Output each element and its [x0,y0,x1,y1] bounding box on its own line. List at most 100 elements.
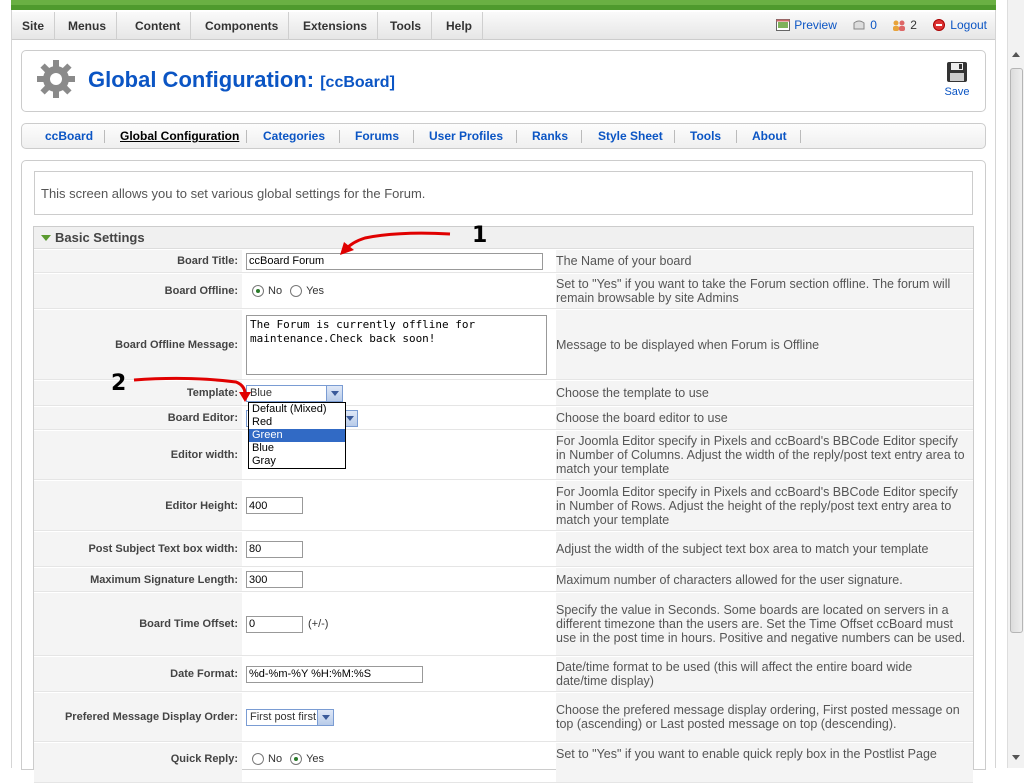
editor-height-label: Editor Height: [34,481,242,530]
preview-icon [776,19,791,31]
submenu-separator [674,130,675,143]
menu-site[interactable]: Site [12,12,56,40]
offline-message-textarea[interactable]: The Forum is currently offline for maint… [246,314,547,375]
quick-reply-help: Set to "Yes" if you want to enable quick… [556,747,937,761]
template-option-blue[interactable]: Blue [249,442,345,455]
tab-tools[interactable]: Tools [690,124,721,148]
chevron-down-icon[interactable] [317,709,333,725]
quick-reply-no-radio[interactable] [252,753,264,765]
editor-width-help: For Joomla Editor specify in Pixels and … [556,434,965,476]
signature-length-help: Maximum number of characters allowed for… [556,572,903,587]
time-offset-label: Board Time Offset: [34,593,242,655]
board-offline-label: Board Offline: [34,274,242,308]
basic-settings-header[interactable]: Basic Settings [34,227,973,249]
annotation-number-1: 1 [472,223,487,248]
menu-content[interactable]: Content [125,12,192,40]
save-button[interactable]: Save [939,61,975,98]
date-format-input[interactable] [246,665,423,683]
submenu-separator [581,130,582,143]
template-dropdown-list: Default (Mixed) Red Green Blue Gray [248,402,346,469]
subject-width-input[interactable] [246,540,303,558]
annotation-arrow-1: 1 [340,223,487,255]
template-select[interactable]: Blue [246,384,343,402]
row-date-format: Date Format: Date/time format to be used… [34,657,973,692]
submenu-separator [413,130,414,143]
submenu-separator [339,130,340,143]
header-box: Global Configuration: [ccBoard] Save [21,50,986,112]
row-quick-reply: Quick Reply: No Yes Set to "Yes" if you … [34,743,973,783]
board-offline-yes-label: Yes [306,285,325,297]
collapse-triangle-icon [41,235,51,241]
row-board-editor: Board Editor: Choose the board editor to… [34,407,973,430]
logout-label: Logout [950,18,987,32]
menu-components[interactable]: Components [195,12,290,40]
menu-tools[interactable]: Tools [380,12,433,40]
scroll-down-icon[interactable] [1012,755,1020,760]
messages-count: 0 [870,18,877,32]
logout-icon [933,19,946,31]
subject-width-label: Post Subject Text box width: [34,532,242,566]
annotation-arrow-2: 2 [111,371,251,402]
menu-menus[interactable]: Menus [58,12,118,40]
template-option-default[interactable]: Default (Mixed) [249,403,345,416]
page-title-text: Global Configuration: [88,67,315,92]
users-online[interactable]: 2 [892,12,917,38]
signature-length-input[interactable] [246,571,303,588]
messages-link[interactable]: 0 [852,12,877,38]
top-menu-bar: Site Menus Content Components Extensions… [12,12,995,40]
preview-link[interactable]: Preview [776,12,837,38]
board-offline-no-label: No [268,285,283,297]
tab-ccboard[interactable]: ccBoard [45,124,93,148]
editor-width-label: Editor width: [34,431,242,479]
template-option-green[interactable]: Green [249,429,345,442]
quick-reply-no-label: No [268,753,283,765]
quick-reply-yes-radio[interactable] [290,753,303,765]
tab-global-configuration[interactable]: Global Configuration [120,124,239,148]
template-option-red[interactable]: Red [249,416,345,429]
scroll-up-icon[interactable] [1012,52,1020,57]
submenu-separator [104,130,105,143]
row-time-offset: Board Time Offset: (+/-) Specify the val… [34,593,973,656]
tab-ranks[interactable]: Ranks [532,124,568,148]
time-offset-suffix: (+/-) [308,618,329,630]
vertical-scrollbar[interactable] [1007,0,1024,768]
subject-width-help: Adjust the width of the subject text box… [556,542,929,556]
board-offline-yes-radio[interactable] [290,285,303,297]
chevron-down-icon[interactable] [326,385,342,401]
signature-length-label: Maximum Signature Length: [34,568,242,591]
tab-about[interactable]: About [752,124,787,148]
time-offset-input[interactable] [246,615,303,633]
editor-height-input[interactable] [246,497,303,514]
board-offline-help: Set to "Yes" if you want to take the For… [556,277,951,305]
tab-user-profiles[interactable]: User Profiles [429,124,503,148]
page-title-component: [ccBoard] [320,74,395,91]
board-title-label: Board Title: [34,250,242,272]
row-editor-width: Editor width: For Joomla Editor specify … [34,431,973,480]
row-editor-height: Editor Height: For Joomla Editor specify… [34,481,973,531]
message-order-label: Prefered Message Display Order: [34,693,242,741]
component-submenu: ccBoard Global Configuration Categories … [21,123,986,149]
menu-extensions[interactable]: Extensions [293,12,379,40]
time-offset-help: Specify the value in Seconds. Some board… [556,603,966,645]
board-editor-help: Choose the board editor to use [556,411,728,425]
logout-link[interactable]: Logout [932,12,987,38]
preview-label: Preview [794,18,837,32]
submenu-separator [736,130,737,143]
gear-icon [37,60,75,98]
scrollbar-thumb[interactable] [1010,68,1023,633]
offline-message-help: Message to be displayed when Forum is Of… [556,337,820,352]
message-order-select[interactable]: First post first [246,708,334,726]
tab-style-sheet[interactable]: Style Sheet [598,124,663,148]
template-option-gray[interactable]: Gray [249,455,345,468]
row-board-offline: Board Offline: No Yes Set to "Yes" if yo… [34,274,973,309]
menu-help[interactable]: Help [436,12,484,40]
tab-categories[interactable]: Categories [263,124,325,148]
quick-reply-label: Quick Reply: [34,743,242,782]
board-offline-no-radio[interactable] [252,285,264,297]
save-icon [947,62,967,82]
date-format-help: Date/time format to be used (this will a… [556,660,913,688]
page-description: This screen allows you to set various gl… [34,171,973,215]
tab-forums[interactable]: Forums [355,124,399,148]
submenu-separator [800,130,801,143]
template-help: Choose the template to use [556,386,709,400]
